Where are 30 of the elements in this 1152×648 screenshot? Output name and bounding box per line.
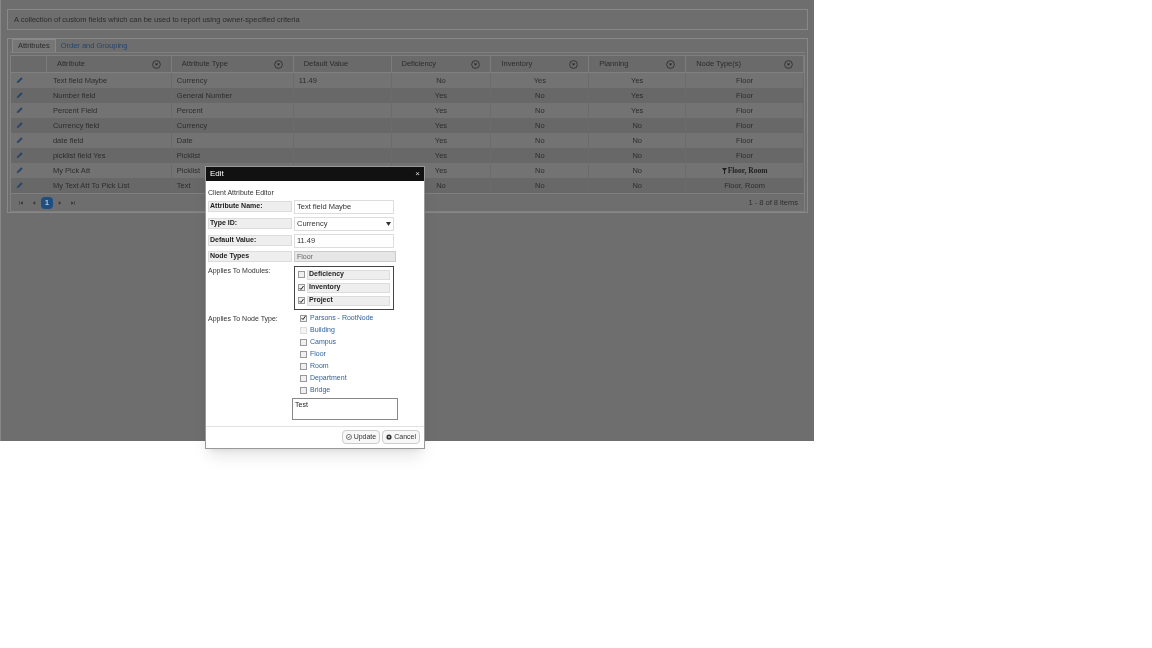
filter-icon[interactable] [666, 59, 676, 69]
check-circle-icon [345, 434, 352, 440]
filter-icon[interactable] [569, 59, 579, 69]
cancel-circle-icon [386, 434, 393, 440]
checkbox[interactable] [300, 338, 307, 346]
filter-icon[interactable] [273, 59, 283, 69]
filter-funnel-icon [721, 167, 727, 174]
filter-icon[interactable] [471, 59, 481, 69]
checkbox[interactable] [298, 284, 305, 291]
checkbox[interactable] [298, 271, 305, 278]
page-button[interactable]: 1 [41, 196, 53, 209]
close-button[interactable]: × [415, 170, 420, 178]
pencil-icon[interactable] [16, 182, 23, 189]
checkbox[interactable] [300, 362, 307, 370]
pencil-icon[interactable] [16, 77, 23, 84]
pencil-icon[interactable] [16, 167, 23, 174]
pencil-icon[interactable] [16, 152, 23, 159]
dropdown-caret-icon [386, 221, 391, 226]
pencil-icon[interactable] [16, 137, 23, 144]
filter-icon[interactable] [784, 59, 793, 69]
pencil-icon[interactable] [16, 92, 23, 99]
filter-icon[interactable] [151, 59, 161, 69]
checkbox[interactable] [300, 374, 307, 382]
pencil-icon[interactable] [16, 107, 23, 114]
checkbox[interactable] [298, 297, 305, 304]
checkbox[interactable] [300, 314, 307, 322]
checkbox[interactable] [300, 386, 307, 394]
dialog-title: Edit [210, 168, 224, 180]
pencil-icon[interactable] [16, 122, 23, 129]
checkbox[interactable] [300, 350, 307, 358]
